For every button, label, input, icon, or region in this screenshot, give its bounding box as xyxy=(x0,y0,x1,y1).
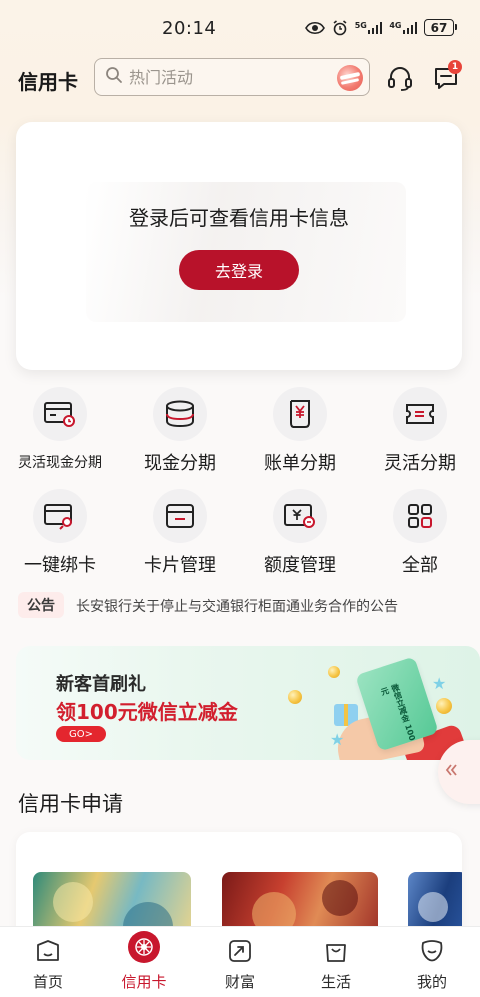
grid-icon xyxy=(393,489,447,543)
network-4g-label: 4G xyxy=(389,21,402,30)
announcement-tag: 公告 xyxy=(18,592,64,618)
home-icon xyxy=(37,940,59,961)
announcement-text[interactable]: 长安银行关于停止与交通银行柜面通业务合作的公告 xyxy=(76,596,398,616)
promo-subtitle: 领100元微信立减金 xyxy=(56,700,238,724)
tab-label: 财富 xyxy=(224,973,255,991)
section-title: 信用卡申请 xyxy=(18,792,123,816)
tab-mine[interactable]: 我的 xyxy=(384,927,480,997)
tab-wealth[interactable]: 财富 xyxy=(192,927,288,997)
quick-action-all[interactable]: 全部 xyxy=(360,487,480,577)
profile-icon xyxy=(421,940,443,962)
quick-action-bind-card[interactable]: 一键绑卡 xyxy=(0,487,120,577)
quick-action-label: 卡片管理 xyxy=(144,555,216,576)
quick-action-label: 一键绑卡 xyxy=(24,555,96,576)
signal-5g-icon: 5G xyxy=(355,21,383,34)
quick-action-label: 灵活现金分期 xyxy=(18,455,102,471)
voucher-ticket-text: 微信立减金 100元 xyxy=(379,682,417,742)
tab-label: 信用卡 xyxy=(121,973,167,991)
star-icon: ★ xyxy=(432,674,447,693)
search-icon xyxy=(105,66,123,88)
coin-icon xyxy=(288,690,302,704)
promo-go-button[interactable]: GO> xyxy=(56,726,106,742)
customer-service-button[interactable] xyxy=(386,64,414,92)
message-button[interactable]: 1 xyxy=(432,60,462,92)
tab-life[interactable]: 生活 xyxy=(288,927,384,997)
tab-home[interactable]: 首页 xyxy=(0,927,96,997)
top-header: 信用卡 1 xyxy=(0,58,480,100)
quick-action-label: 灵活分期 xyxy=(384,453,456,474)
search-bar[interactable] xyxy=(94,58,370,96)
ticket-icon xyxy=(393,387,447,441)
coin-icon xyxy=(436,698,452,714)
network-5g-label: 5G xyxy=(354,21,367,30)
quick-action-label: 现金分期 xyxy=(144,453,216,474)
tab-label: 首页 xyxy=(32,973,63,991)
tab-label: 我的 xyxy=(416,973,447,991)
quick-action-bill-installment[interactable]: 账单分期 xyxy=(240,385,360,475)
quick-action-limit-management[interactable]: 额度管理 xyxy=(240,487,360,577)
tab-credit-card[interactable]: 信用卡 xyxy=(96,927,192,997)
quick-action-flexible-installment[interactable]: 灵活分期 xyxy=(360,385,480,475)
campaign-logo-icon[interactable] xyxy=(337,65,363,91)
promo-title: 新客首刷礼 xyxy=(56,674,146,695)
star-icon: ★ xyxy=(330,730,345,749)
login-prompt: 登录后可查看信用卡信息 xyxy=(129,206,349,230)
alarm-icon xyxy=(332,19,348,36)
credit-card-tab-icon xyxy=(128,931,160,963)
quick-action-label: 额度管理 xyxy=(264,555,336,576)
login-button[interactable]: 去登录 xyxy=(179,250,299,290)
status-bar: 20:14 5G 4G 67 xyxy=(0,0,480,58)
quick-action-label: 账单分期 xyxy=(264,453,336,474)
shopping-bag-icon xyxy=(326,944,346,962)
card-clock-icon xyxy=(33,387,87,441)
wallet-icon xyxy=(153,489,207,543)
yuan-scroll-icon xyxy=(273,387,327,441)
message-count-badge: 1 xyxy=(448,60,462,74)
coin-icon xyxy=(328,666,340,678)
page-title: 信用卡 xyxy=(18,70,78,94)
quick-action-card-management[interactable]: 卡片管理 xyxy=(120,487,240,577)
quick-action-label: 全部 xyxy=(402,555,438,576)
quick-action-flexible-cash-installment[interactable]: 灵活现金分期 xyxy=(0,385,120,475)
tab-label: 生活 xyxy=(320,973,351,991)
chevron-left-icon xyxy=(444,763,458,781)
announcement-bar[interactable]: 公告 长安银行关于停止与交通银行柜面通业务合作的公告 xyxy=(18,590,468,620)
card-art-shape xyxy=(418,892,448,922)
status-icons: 5G 4G 67 xyxy=(304,19,457,36)
trend-icon xyxy=(229,940,251,962)
card-art-shape xyxy=(322,880,358,916)
eye-icon xyxy=(304,21,325,35)
login-card: 登录后可查看信用卡信息 去登录 xyxy=(16,122,462,370)
quick-action-cash-installment[interactable]: 现金分期 xyxy=(120,385,240,475)
signal-4g-icon: 4G xyxy=(389,21,417,34)
card-art-shape xyxy=(53,882,93,922)
coin-stack-icon xyxy=(153,387,207,441)
battery-icon: 67 xyxy=(424,19,457,36)
card-link-icon xyxy=(33,489,87,543)
bottom-tab-bar: 首页 信用卡 财富 生活 我的 xyxy=(0,926,480,997)
promo-banner[interactable]: 新客首刷礼 领100元微信立减金 GO> 微信立减金 100元 ★ ★ xyxy=(16,646,480,760)
status-time: 20:14 xyxy=(162,18,217,39)
search-input[interactable] xyxy=(129,67,319,87)
headset-icon xyxy=(388,67,412,91)
yuan-card-icon xyxy=(273,489,327,543)
